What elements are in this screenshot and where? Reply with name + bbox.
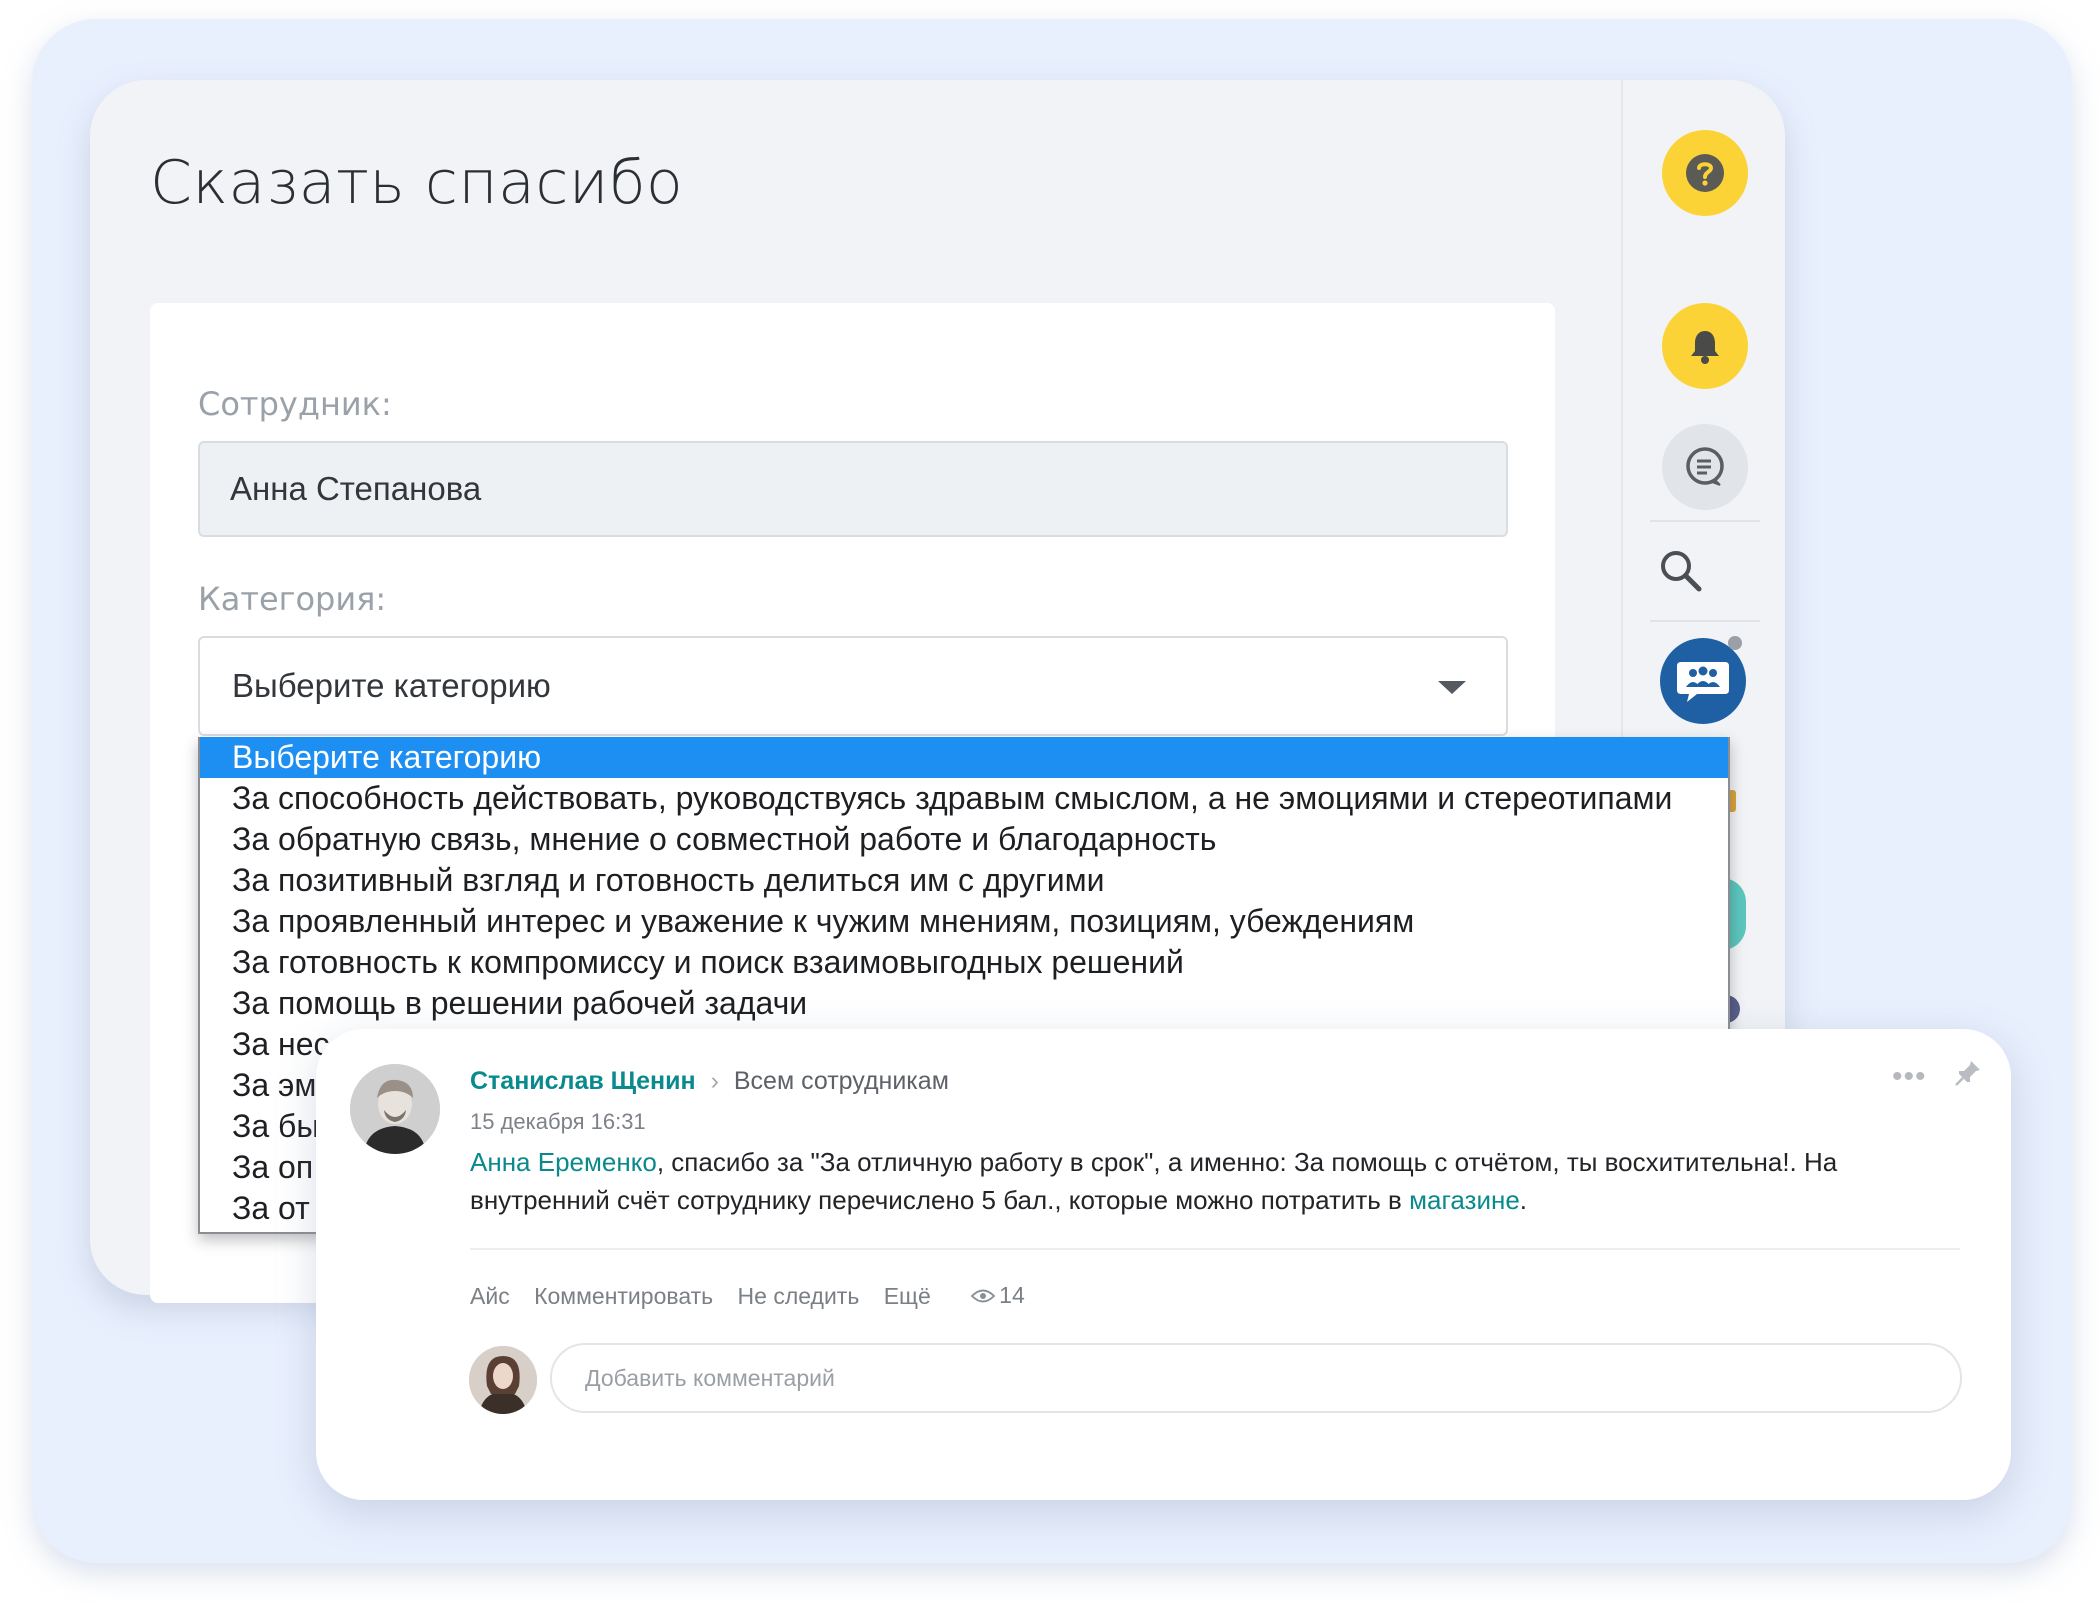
employee-label: Сотрудник: [198, 385, 392, 423]
page-title: Сказать спасибо [150, 148, 684, 218]
bell-icon [1691, 331, 1719, 364]
comment-input[interactable]: Добавить комментарий [550, 1343, 1962, 1413]
comment-action[interactable]: Комментировать [534, 1283, 713, 1309]
dropdown-option[interactable]: За обратную связь, мнение о совместной р… [200, 819, 1728, 860]
employee-field[interactable]: Анна Степанова [198, 441, 1508, 537]
chat-list-button[interactable] [1662, 424, 1748, 510]
post-message: Анна Еременко, спасибо за "За отличную р… [470, 1143, 1950, 1219]
message-end: . [1519, 1185, 1528, 1215]
dropdown-option[interactable]: За помощь в решении рабочей задачи [200, 983, 1728, 1024]
group-chat-icon [1677, 662, 1729, 702]
category-select[interactable]: Выберите категорию [198, 636, 1508, 736]
dropdown-option[interactable]: За способность действовать, руководствуя… [200, 778, 1728, 819]
pin-button[interactable] [1953, 1058, 1983, 1093]
group-chat-button[interactable] [1660, 638, 1746, 724]
dropdown-option[interactable]: Выберите категорию [200, 737, 1728, 778]
status-dot [1728, 636, 1742, 650]
search-icon [1661, 551, 1702, 592]
chevron-right-icon: › [710, 1067, 719, 1095]
dropdown-option[interactable]: За готовность к компромиссу и поиск взаи… [200, 942, 1728, 983]
more-action[interactable]: Ещё [884, 1283, 931, 1309]
category-label: Категория: [198, 580, 387, 618]
person-photo-icon [350, 1064, 440, 1154]
like-action[interactable]: Айс [470, 1283, 510, 1309]
dropdown-option[interactable]: За проявленный интерес и уважение к чужи… [200, 901, 1728, 942]
shop-link[interactable]: магазине [1409, 1185, 1520, 1215]
person-photo-icon [469, 1346, 537, 1414]
views-count: 14 [999, 1282, 1025, 1308]
search-button[interactable] [1656, 546, 1706, 601]
category-select-value: Выберите категорию [232, 667, 551, 704]
eye-icon [971, 1289, 996, 1302]
question-icon [1686, 154, 1724, 192]
mention-link[interactable]: Анна Еременко [470, 1147, 657, 1177]
chat-list-icon [1686, 447, 1724, 486]
rail-separator [1650, 620, 1760, 622]
unfollow-action[interactable]: Не следить [738, 1283, 860, 1309]
current-user-avatar [469, 1346, 537, 1414]
post-timestamp: 15 декабря 16:31 [470, 1109, 646, 1134]
pin-icon [1955, 1061, 1980, 1086]
chevron-down-icon [1438, 681, 1466, 694]
post-divider [470, 1248, 1960, 1250]
post-actions: Айс Комментировать Не следить Ещё 14 [470, 1282, 1025, 1310]
message-text: , спасибо за "За отличную работу в срок"… [470, 1147, 1838, 1215]
rail-separator [1650, 520, 1760, 522]
dropdown-option[interactable]: За позитивный взгляд и готовность делить… [200, 860, 1728, 901]
views-counter: 14 [971, 1282, 1025, 1309]
post-header: Станислав Щенин › Всем сотрудникам [470, 1067, 949, 1096]
notifications-button[interactable] [1662, 303, 1748, 389]
audience-label[interactable]: Всем сотрудникам [734, 1067, 949, 1095]
author-name[interactable]: Станислав Щенин [470, 1067, 696, 1095]
author-avatar[interactable] [350, 1064, 440, 1154]
help-button[interactable] [1662, 130, 1748, 216]
feed-post-card [316, 1029, 2011, 1500]
more-options-icon[interactable]: ••• [1892, 1060, 1927, 1094]
